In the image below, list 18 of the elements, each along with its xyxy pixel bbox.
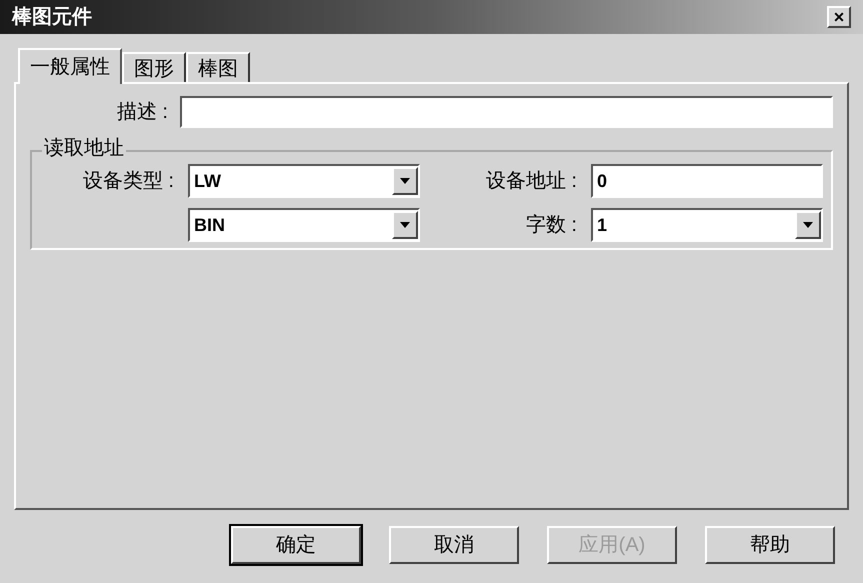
field-label: 字数 : [524,213,578,237]
dialog-button[interactable]: 确定 [231,526,361,564]
tab[interactable]: 图形 [122,52,186,82]
tab[interactable]: 棒图 [186,52,250,82]
dropdown[interactable]: 1 [591,208,823,242]
field-label: 设备地址 : [484,169,578,193]
dropdown[interactable]: LW [188,164,420,198]
dialog-button[interactable]: 帮助 [705,526,835,564]
dialog-button[interactable]: 取消 [389,526,519,564]
dropdown[interactable]: BIN [188,208,420,242]
description-field[interactable] [180,96,833,128]
field-label: 设备类型 : [82,169,175,193]
field-label: 描述 : [116,100,169,125]
window-title: 棒图元件 [12,5,92,30]
input-field[interactable]: 0 [591,164,823,198]
tab[interactable]: 一般属性 [18,48,122,84]
close-button[interactable]: × [827,6,851,28]
group-title: 读取地址 [42,136,126,160]
